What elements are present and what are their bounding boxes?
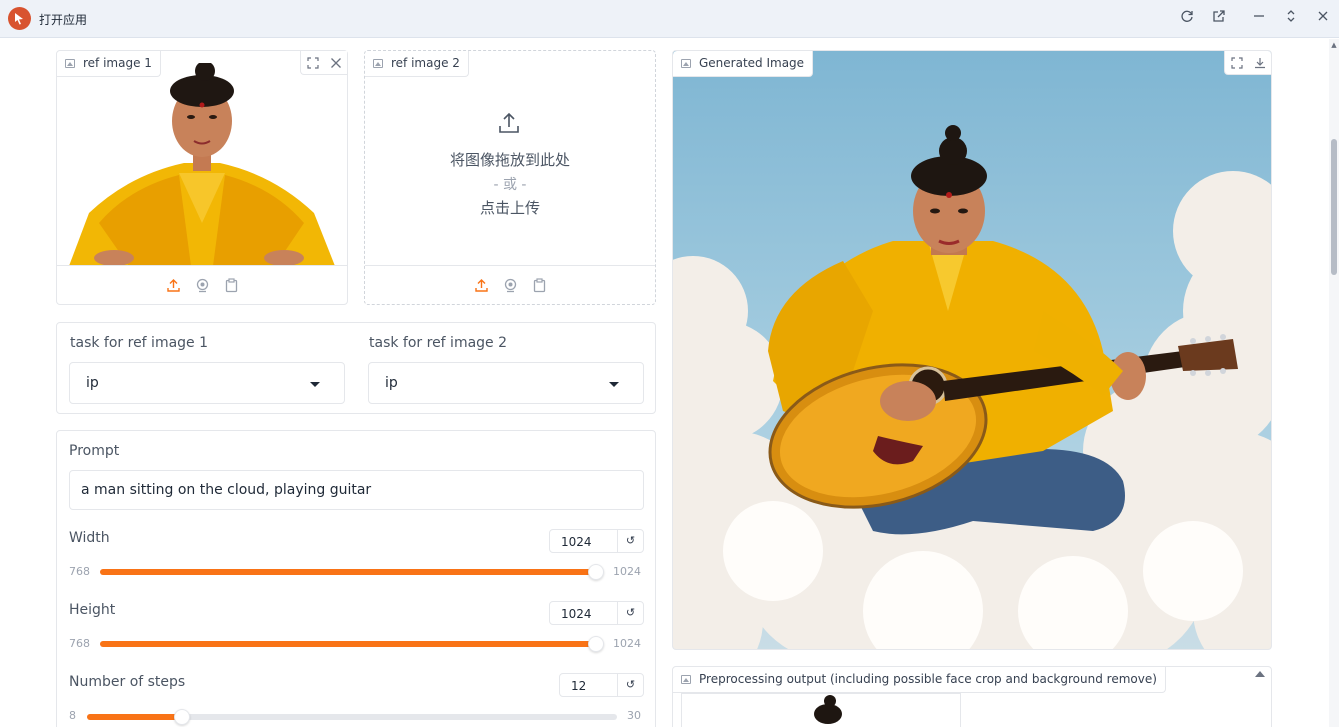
close-icon[interactable] [1313,9,1333,29]
width-value[interactable]: 1024 [550,530,618,552]
upload-icon[interactable] [165,277,181,293]
webcam-icon[interactable] [194,277,210,293]
clear-image-icon[interactable] [324,51,347,74]
fullscreen-icon[interactable] [301,51,324,74]
steps-slider-fill [87,714,183,720]
ref-image-1-label: ref image 1 [57,51,161,77]
steps-max: 30 [627,709,641,722]
task2-dropdown[interactable]: ip [368,362,644,404]
scrollbar-thumb[interactable] [1331,139,1337,275]
ref-image-1-label-text: ref image 1 [83,56,152,70]
width-max: 1024 [613,565,641,578]
task1-value: ip [86,375,99,391]
ref-image-2-label: ref image 2 [365,51,469,77]
generated-image-panel: Generated Image [672,50,1272,650]
width-label: Width [69,530,110,546]
task1-dropdown[interactable]: ip [69,362,345,404]
app-logo-icon [8,7,31,30]
ref-image-1-source-bar [57,265,347,304]
width-min: 768 [69,565,90,578]
steps-value[interactable]: 12 [560,674,618,696]
height-min: 768 [69,637,90,650]
height-slider[interactable] [100,641,596,647]
generated-image-actions [1224,51,1271,75]
click-upload-text[interactable]: 点击上传 [365,197,655,218]
ref-image-2-source-bar [365,265,655,304]
height-label: Height [69,602,116,618]
window-titlebar: 打开应用 [0,0,1339,38]
steps-slider[interactable] [87,714,617,720]
ref-image-2-label-text: ref image 2 [391,56,460,70]
steps-label: Number of steps [69,674,186,690]
preprocess-output-label: Preprocessing output (including possible… [673,667,1166,693]
drop-or-text: - 或 - [493,177,527,193]
chevron-down-icon [310,382,320,387]
ref-image-2-dropzone[interactable]: ref image 2 将图像拖放到此处 - 或 - 点击上传 [364,50,656,305]
prompt-label: Prompt [69,443,120,459]
download-icon[interactable] [1248,51,1271,74]
drop-hint-text: 将图像拖放到此处 [449,151,570,169]
preprocess-output-label-text: Preprocessing output (including possible… [699,672,1157,686]
generated-image-label-text: Generated Image [699,56,805,70]
open-external-icon[interactable] [1209,9,1229,29]
steps-number-input[interactable]: 12 ↺ [559,673,644,697]
clipboard-icon[interactable] [223,277,239,293]
upload-arrow-icon [499,112,519,133]
ref-image-1-panel[interactable]: ref image 1 [56,50,348,305]
expand-icon[interactable] [1281,9,1301,29]
ref-image-1-photo [69,63,335,266]
task2-value: ip [385,375,398,391]
image-icon [373,59,383,68]
image-icon [65,59,75,68]
scroll-up-icon[interactable] [1255,671,1265,677]
task1-label: task for ref image 1 [70,335,209,351]
task2-label: task for ref image 2 [369,335,508,351]
prompt-input[interactable]: a man sitting on the cloud, playing guit… [69,470,644,510]
preprocess-thumbnail-image [814,695,842,724]
webcam-icon[interactable] [502,277,518,293]
page-scrollbar[interactable]: ▲ [1329,39,1339,727]
preprocess-output-panel: Preprocessing output (including possible… [672,666,1272,727]
generated-image-label: Generated Image [673,51,814,77]
chevron-down-icon [609,382,619,387]
width-slider[interactable] [100,569,596,575]
clipboard-icon[interactable] [531,277,547,293]
steps-min: 8 [69,709,76,722]
upload-icon[interactable] [473,277,489,293]
fullscreen-icon[interactable] [1225,51,1248,74]
ref-image-1-actions [300,51,347,75]
preprocess-thumbnail[interactable] [681,693,961,727]
window-title: 打开应用 [39,13,88,27]
height-slider-fill [100,641,596,647]
minimize-icon[interactable] [1249,9,1269,29]
image-icon [681,675,691,684]
height-max: 1024 [613,637,641,650]
refresh-icon[interactable] [1177,9,1197,29]
settings-panel: Prompt a man sitting on the cloud, playi… [56,430,656,727]
task-selector-panel: task for ref image 1 ip task for ref ima… [56,322,656,414]
height-slider-thumb[interactable] [588,636,604,652]
image-icon [681,59,691,68]
generated-image[interactable] [673,51,1272,650]
width-number-input[interactable]: 1024 ↺ [549,529,644,553]
steps-slider-thumb[interactable] [174,709,191,725]
app-content: ref image 1 ref image 2 将图像拖放到此处 - 或 - 点… [0,39,1329,727]
height-number-input[interactable]: 1024 ↺ [549,601,644,625]
reset-icon[interactable]: ↺ [618,602,643,624]
reset-icon[interactable]: ↺ [618,530,643,552]
reset-icon[interactable]: ↺ [618,674,643,696]
scroll-up-arrow-icon[interactable]: ▲ [1330,41,1338,49]
width-slider-thumb[interactable] [588,564,604,580]
width-slider-fill [100,569,596,575]
height-value[interactable]: 1024 [550,602,618,624]
